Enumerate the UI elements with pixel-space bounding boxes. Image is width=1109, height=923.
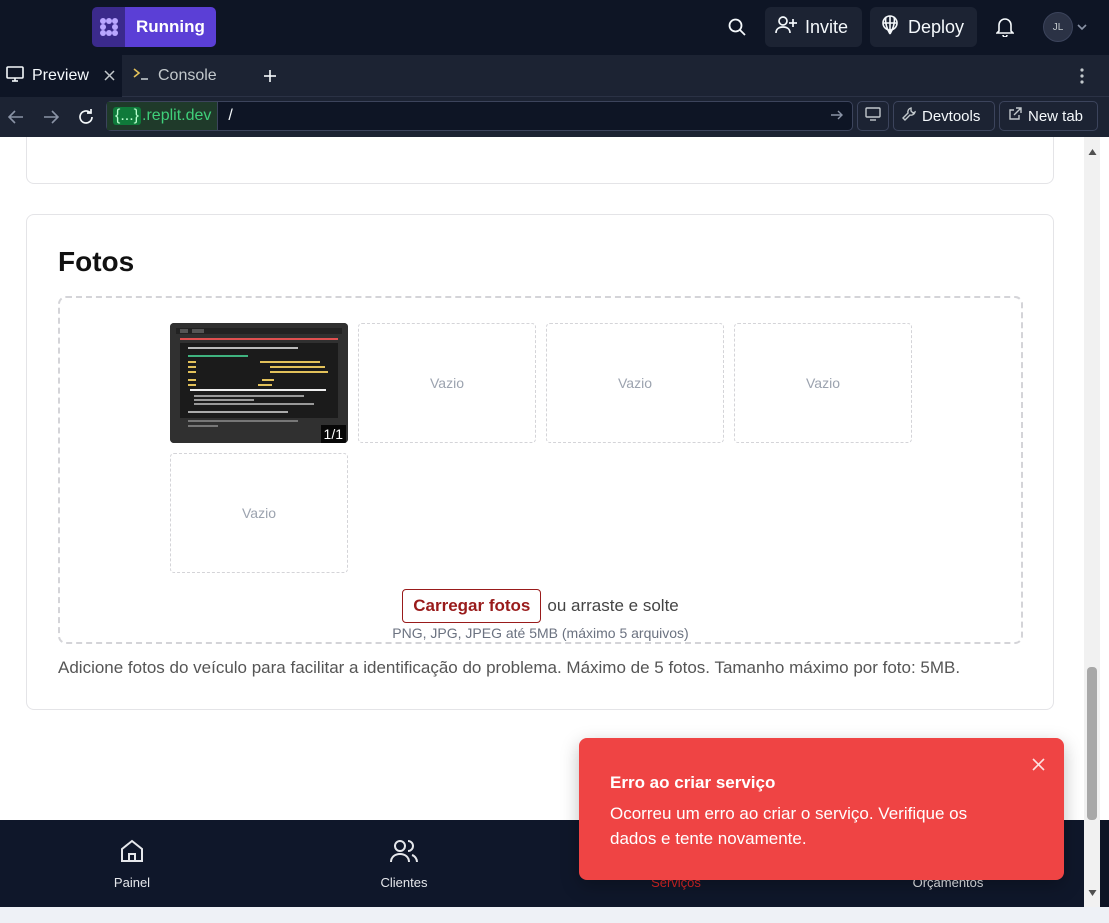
empty-photo-slot[interactable]: Vazio	[358, 323, 536, 443]
terminal-icon	[132, 66, 150, 87]
empty-photo-slot[interactable]: Vazio	[734, 323, 912, 443]
scroll-up-arrow-icon[interactable]	[1088, 143, 1097, 161]
external-link-icon	[1008, 107, 1022, 125]
wrench-icon	[902, 107, 916, 125]
add-user-icon	[775, 15, 797, 40]
avatar[interactable]: JL	[1043, 12, 1073, 42]
url-path: /	[228, 107, 233, 124]
preview-viewport: Fotos 1/1 Vazio Vazio Vazio Vazio Carreg…	[0, 137, 1109, 820]
users-icon	[389, 837, 419, 868]
deploy-label: Deploy	[908, 16, 965, 37]
deploy-button[interactable]: Deploy	[870, 7, 977, 47]
drag-drop-hint: ou arraste e solte	[547, 596, 679, 615]
nav-item-painel[interactable]: Painel	[57, 820, 207, 907]
bell-icon[interactable]	[990, 12, 1020, 42]
empty-photo-slot[interactable]: Vazio	[546, 323, 724, 443]
tab-label: Console	[158, 67, 217, 84]
tab-bar: Preview Console	[0, 55, 1109, 97]
close-icon[interactable]	[1029, 755, 1047, 773]
photos-help-text: Adicione fotos do veículo para facilitar…	[58, 658, 961, 677]
tab-label: Preview	[32, 67, 89, 84]
back-arrow-icon[interactable]	[5, 106, 27, 128]
photo-dropzone[interactable]: 1/1 Vazio Vazio Vazio Vazio Carregar fot…	[58, 296, 1023, 644]
address-bar: {...} .replit.dev / Devtools New tab	[0, 97, 1109, 137]
os-taskbar	[0, 907, 1109, 923]
empty-photo-slot[interactable]: Vazio	[170, 453, 348, 573]
upload-row: Carregar fotos ou arraste e solte	[60, 589, 1021, 623]
deploy-icon	[880, 14, 900, 40]
url-host-suffix: .replit.dev	[142, 107, 212, 124]
monitor-icon	[6, 65, 24, 87]
forward-arrow-icon[interactable]	[40, 106, 62, 128]
plus-icon[interactable]	[259, 65, 281, 87]
invite-button[interactable]: Invite	[765, 7, 862, 47]
url-input[interactable]: {...} .replit.dev /	[106, 101, 853, 131]
photo-counter: 1/1	[320, 425, 346, 443]
chevron-down-icon[interactable]	[1076, 20, 1088, 38]
toast-message: Ocorreu um erro ao criar o serviço. Veri…	[610, 804, 968, 848]
error-toast: Erro ao criar serviço Ocorreu um erro ao…	[579, 738, 1064, 880]
photo-thumbnail[interactable]: 1/1	[170, 323, 348, 443]
toast-title: Erro ao criar serviço	[610, 773, 776, 792]
search-icon[interactable]	[722, 12, 752, 42]
close-icon[interactable]	[101, 67, 117, 83]
new-tab-button[interactable]: New tab	[999, 101, 1098, 131]
previous-card	[26, 137, 1054, 184]
scrollbar-track-bottom[interactable]	[1084, 820, 1100, 907]
scrollbar-thumb[interactable]	[1087, 667, 1097, 820]
upload-photos-button[interactable]: Carregar fotos	[402, 589, 542, 623]
scroll-down-arrow-icon[interactable]	[1088, 884, 1097, 902]
top-bar: Running Invite Deploy JL	[0, 0, 1109, 55]
photos-card: Fotos 1/1 Vazio Vazio Vazio Vazio Carreg…	[26, 214, 1054, 710]
scrollbar[interactable]	[1084, 137, 1100, 820]
invite-label: Invite	[805, 16, 849, 37]
running-button[interactable]: Running	[125, 7, 216, 47]
replit-logo-icon	[92, 7, 125, 47]
new-tab-label: New tab	[1028, 107, 1084, 125]
reload-icon[interactable]	[75, 106, 97, 128]
run-control[interactable]: Running	[92, 7, 216, 47]
nav-item-clientes[interactable]: Clientes	[329, 820, 479, 907]
home-icon	[118, 837, 146, 868]
more-vertical-icon[interactable]	[1072, 65, 1092, 87]
url-host: {...} .replit.dev	[107, 102, 219, 130]
device-preview-button[interactable]	[857, 101, 889, 131]
nav-label: Painel	[113, 875, 151, 890]
section-title: Fotos	[58, 246, 135, 277]
screen-icon	[865, 107, 881, 125]
file-format-hint: PNG, JPG, JPEG até 5MB (máximo 5 arquivo…	[392, 625, 689, 641]
devtools-label: Devtools	[922, 107, 981, 125]
url-host-brace: {...}	[113, 107, 142, 125]
arrow-right-icon[interactable]	[830, 108, 844, 127]
nav-label: Clientes	[380, 875, 428, 890]
tab-console[interactable]: Console	[130, 55, 217, 97]
devtools-button[interactable]: Devtools	[893, 101, 995, 131]
